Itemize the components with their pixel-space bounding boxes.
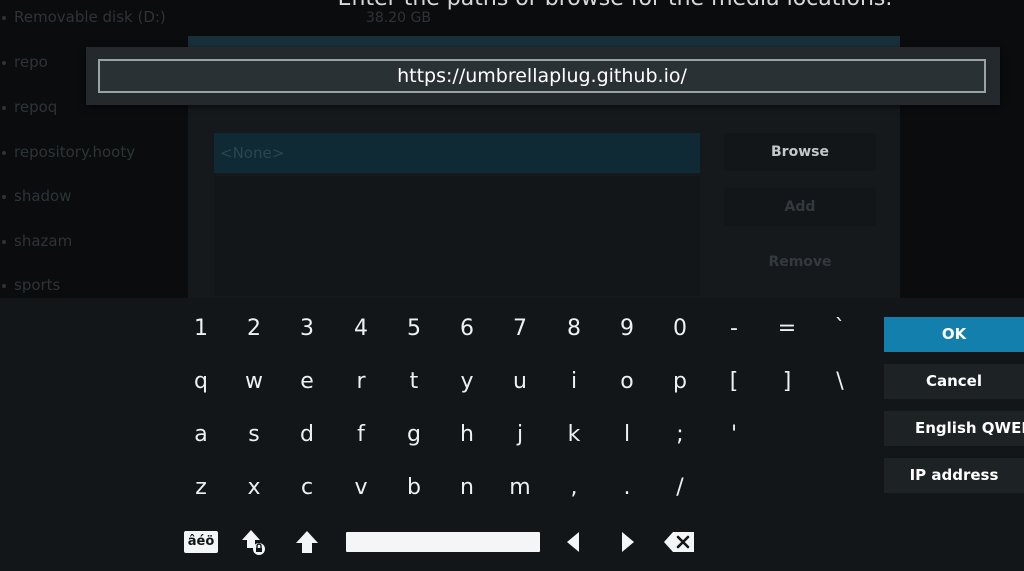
key[interactable]: ` — [816, 305, 864, 353]
caps-lock-icon[interactable] — [240, 528, 268, 556]
key[interactable]: 6 — [443, 305, 491, 353]
key[interactable]: p — [656, 358, 704, 406]
source-item: shadow — [1, 187, 72, 205]
key[interactable]: f — [337, 411, 385, 459]
cancel-button[interactable]: Cancel — [884, 364, 1024, 399]
source-item: repoq — [1, 98, 58, 116]
key[interactable]: t — [390, 358, 438, 406]
ok-button[interactable]: OK — [884, 317, 1024, 352]
key[interactable]: v — [337, 464, 385, 512]
ip-address-button[interactable]: IP address — [884, 458, 1024, 493]
key[interactable]: 9 — [603, 305, 651, 353]
source-item: repo — [2, 53, 48, 71]
keyboard-layout-button[interactable]: English QWERTY — [884, 411, 1024, 446]
key[interactable]: , — [550, 464, 598, 512]
key[interactable]: q — [177, 358, 225, 406]
source-item: Removable disk (D:) — [2, 8, 166, 26]
key[interactable]: b — [390, 464, 438, 512]
add-button: Add — [724, 188, 876, 226]
key[interactable]: 7 — [496, 305, 544, 353]
shift-icon[interactable] — [295, 530, 319, 554]
key[interactable]: 3 — [283, 305, 331, 353]
key[interactable]: m — [496, 464, 544, 512]
key[interactable]: w — [230, 358, 278, 406]
key[interactable]: - — [710, 305, 758, 353]
key[interactable]: 2 — [230, 305, 278, 353]
input-panel: https://umbrellaplug.github.io/ — [86, 47, 1000, 105]
url-input[interactable]: https://umbrellaplug.github.io/ — [98, 59, 986, 93]
key[interactable]: \ — [816, 358, 864, 406]
key[interactable]: k — [550, 411, 598, 459]
source-item: repository.hooty — [1, 143, 136, 161]
key[interactable]: d — [283, 411, 331, 459]
backspace-icon[interactable] — [663, 531, 695, 553]
key[interactable]: h — [443, 411, 491, 459]
dialog-heading: Enter the paths or browse for the media … — [190, 0, 1024, 11]
key[interactable]: u — [496, 358, 544, 406]
key[interactable]: o — [603, 358, 651, 406]
key[interactable]: a — [177, 411, 225, 459]
key[interactable]: ; — [656, 411, 704, 459]
key[interactable]: x — [230, 464, 278, 512]
key[interactable]: 5 — [390, 305, 438, 353]
browse-button: Browse — [724, 133, 876, 171]
key[interactable]: r — [337, 358, 385, 406]
key[interactable]: s — [230, 411, 278, 459]
key[interactable]: n — [443, 464, 491, 512]
path-row: <None> — [214, 133, 700, 173]
key[interactable]: j — [496, 411, 544, 459]
disk-size: 38.20 GB — [366, 10, 431, 26]
key[interactable]: 4 — [337, 305, 385, 353]
key[interactable]: y — [443, 358, 491, 406]
key[interactable]: . — [603, 464, 651, 512]
arrow-left-icon[interactable] — [565, 531, 581, 553]
key[interactable]: [ — [710, 358, 758, 406]
remove-button: Remove — [768, 254, 832, 270]
source-item: shazam — [1, 232, 73, 250]
key[interactable]: l — [603, 411, 651, 459]
key[interactable]: 0 — [656, 305, 704, 353]
key[interactable]: g — [390, 411, 438, 459]
key[interactable]: i — [550, 358, 598, 406]
path-list — [214, 176, 700, 296]
key[interactable]: c — [283, 464, 331, 512]
key[interactable]: e — [283, 358, 331, 406]
space-bar[interactable] — [346, 532, 540, 552]
key[interactable]: ] — [763, 358, 811, 406]
key[interactable]: ' — [710, 411, 758, 459]
key[interactable]: z — [177, 464, 225, 512]
source-item: sports — [1, 276, 61, 294]
key[interactable]: / — [656, 464, 704, 512]
key[interactable]: 8 — [550, 305, 598, 353]
key[interactable]: 1 — [177, 305, 225, 353]
key[interactable]: = — [763, 305, 811, 353]
symbols-key[interactable]: âéö — [184, 531, 218, 553]
arrow-right-icon[interactable] — [620, 531, 636, 553]
